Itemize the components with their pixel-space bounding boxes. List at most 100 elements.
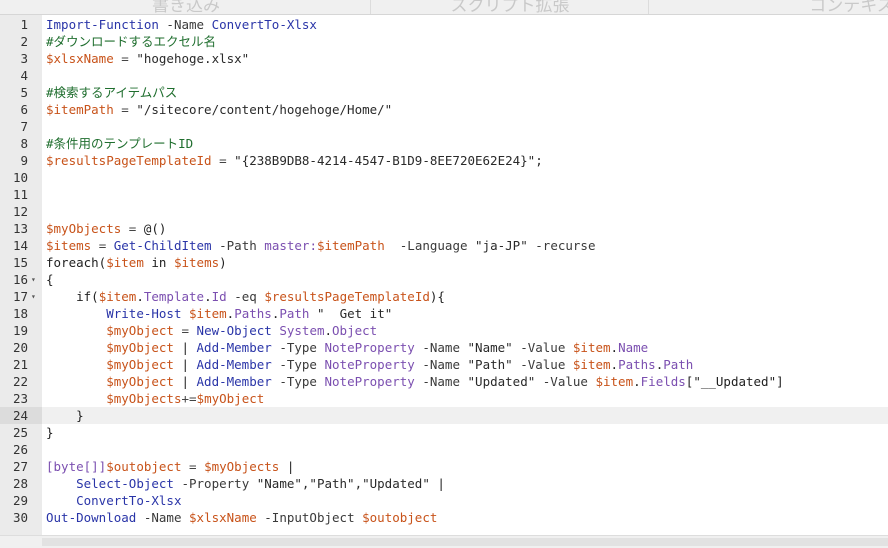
line-number: 8 [20, 136, 28, 151]
fold-toggle-icon[interactable]: ▾ [31, 272, 36, 288]
code-token: NoteProperty [324, 374, 415, 389]
code-line[interactable]: 19 $myObject = New-Object System.Object [0, 322, 888, 339]
code-token: $resultsPageTemplateId [264, 289, 430, 304]
line-number: 7 [20, 119, 28, 134]
code-token: Add-Member [196, 374, 272, 389]
code-line[interactable]: 13 $myObjects = @() [0, 220, 888, 237]
code-token: -Type [279, 357, 317, 372]
fold-toggle-icon[interactable]: ▾ [31, 289, 36, 305]
ribbon-tab-context[interactable]: コンテキスト [760, 0, 888, 14]
code-token: | [429, 476, 445, 491]
code-line[interactable]: 24 } [0, 407, 888, 424]
code-text[interactable]: #ダウンロードするエクセル名 [46, 33, 216, 50]
code-text[interactable]: [byte[]]$outobject = $myObjects | [46, 458, 294, 475]
code-line[interactable]: 28 Select-Object -Property "Name","Path"… [0, 475, 888, 492]
code-line[interactable]: 18 Write-Host $item.Paths.Path " Get it" [0, 305, 888, 322]
code-line[interactable]: 25} [0, 424, 888, 441]
code-line[interactable]: 26 [0, 441, 888, 458]
code-line[interactable]: 11 [0, 186, 888, 203]
code-line[interactable]: 8 #条件用のテンプレートID [0, 135, 888, 152]
script-editor[interactable]: 1 Import-Function -Name ConvertTo-Xlsx 2 #ダ… [0, 15, 888, 535]
code-token: -Type [279, 374, 317, 389]
code-line[interactable]: 14 $items = Get-ChildItem -Path master:$i… [0, 237, 888, 254]
code-text[interactable]: } [46, 407, 84, 424]
code-text[interactable]: $items = Get-ChildItem -Path master:$ite… [46, 237, 595, 254]
line-number: 22 [12, 374, 28, 389]
code-text[interactable]: Write-Host $item.Paths.Path " Get it" [46, 305, 392, 322]
code-text[interactable]: $myObject | Add-Member -Type NotePropert… [46, 373, 783, 390]
code-line[interactable]: 17 ▾ if($item.Template.Id -eq $resultsPag… [0, 288, 888, 305]
code-token: #ダウンロードするエクセル名 [46, 34, 217, 49]
code-line[interactable]: 29 ConvertTo-Xlsx [0, 492, 888, 509]
code-text[interactable]: ConvertTo-Xlsx [46, 492, 181, 509]
code-token: $itemPath [316, 238, 385, 253]
code-text[interactable]: $resultsPageTemplateId = "{238B9DB8-4214… [46, 152, 543, 169]
code-text[interactable]: #条件用のテンプレートID [46, 135, 193, 152]
code-line[interactable]: 12 [0, 203, 888, 220]
code-line[interactable]: 6 $itemPath = "/sitecore/content/hogehoge… [0, 101, 888, 118]
ribbon-tab-script-extensions[interactable]: スクリプト拡張 [400, 0, 620, 14]
code-line[interactable]: 27 [byte[]]$outobject = $myObjects | [0, 458, 888, 475]
code-token: "Updated" [467, 374, 536, 389]
code-token: Select-Object [76, 476, 174, 491]
code-text[interactable]: $myObject | Add-Member -Type NotePropert… [46, 339, 648, 356]
code-line[interactable]: 20 $myObject | Add-Member -Type NoteProp… [0, 339, 888, 356]
code-text[interactable]: $myObject | Add-Member -Type NotePropert… [46, 356, 693, 373]
code-token: -eq [234, 289, 257, 304]
line-number: 10 [12, 170, 28, 185]
code-line[interactable]: 15 foreach($item in $items) [0, 254, 888, 271]
code-line[interactable]: 1 Import-Function -Name ConvertTo-Xlsx [0, 16, 888, 33]
code-token: | [279, 459, 295, 474]
code-text[interactable]: if($item.Template.Id -eq $resultsPageTem… [46, 288, 445, 305]
code-token: $item [572, 340, 611, 355]
code-text[interactable]: $myObjects+=$myObject [46, 390, 264, 407]
code-token: ConvertTo-Xlsx [211, 17, 317, 32]
code-token: Add-Member [196, 357, 272, 372]
code-text[interactable]: $myObject = New-Object System.Object [46, 322, 377, 339]
horizontal-scrollbar-thumb[interactable] [42, 538, 888, 546]
horizontal-scrollbar[interactable] [0, 535, 888, 548]
code-token: $myObject [106, 374, 174, 389]
code-text[interactable]: Import-Function -Name ConvertTo-Xlsx [46, 16, 317, 33]
code-line[interactable]: 22 $myObject | Add-Member -Type NoteProp… [0, 373, 888, 390]
code-line[interactable]: 30 Out-Download -Name $xlsxName -InputObj… [0, 509, 888, 526]
code-line[interactable]: 5 #検索するアイテムパス [0, 84, 888, 101]
code-token: $myObjects [106, 391, 182, 406]
code-line[interactable]: 16 ▾ { [0, 271, 888, 288]
line-number: 11 [12, 187, 28, 202]
code-line[interactable]: 9 $resultsPageTemplateId = "{238B9DB8-421… [0, 152, 888, 169]
code-token: NoteProperty [324, 340, 415, 355]
code-text[interactable]: $myObjects = @() [46, 220, 166, 237]
code-line[interactable]: 21 $myObject | Add-Member -Type NoteProp… [0, 356, 888, 373]
code-token: $item [595, 374, 634, 389]
code-text[interactable]: foreach($item in $items) [46, 254, 227, 271]
line-number: 25 [12, 425, 28, 440]
line-number: 3 [20, 51, 28, 66]
line-number: 19 [12, 323, 28, 338]
code-line[interactable]: 2 #ダウンロードするエクセル名 [0, 33, 888, 50]
code-text[interactable]: $itemPath = "/sitecore/content/hogehoge/… [46, 101, 392, 118]
code-text[interactable]: Out-Download -Name $xlsxName -InputObjec… [46, 509, 437, 526]
code-text[interactable]: } [46, 424, 54, 441]
code-line[interactable]: 3 $xlsxName = "hogehoge.xlsx" [0, 50, 888, 67]
code-token: @() [136, 221, 167, 236]
code-token: $item [106, 255, 144, 270]
ribbon-tab-write[interactable]: 書き込み [96, 0, 276, 14]
code-token: $items [173, 255, 220, 270]
code-text[interactable]: $xlsxName = "hogehoge.xlsx" [46, 50, 249, 67]
code-text[interactable]: Select-Object -Property "Name","Path","U… [46, 475, 445, 492]
code-line[interactable]: 7 [0, 118, 888, 135]
code-text[interactable]: #検索するアイテムパス [46, 84, 177, 101]
code-line[interactable]: 4 [0, 67, 888, 84]
code-line[interactable]: 10 [0, 169, 888, 186]
code-line[interactable]: 23 $myObjects+=$myObject [0, 390, 888, 407]
code-text[interactable]: { [46, 271, 54, 288]
code-token: Write-Host [106, 306, 182, 321]
